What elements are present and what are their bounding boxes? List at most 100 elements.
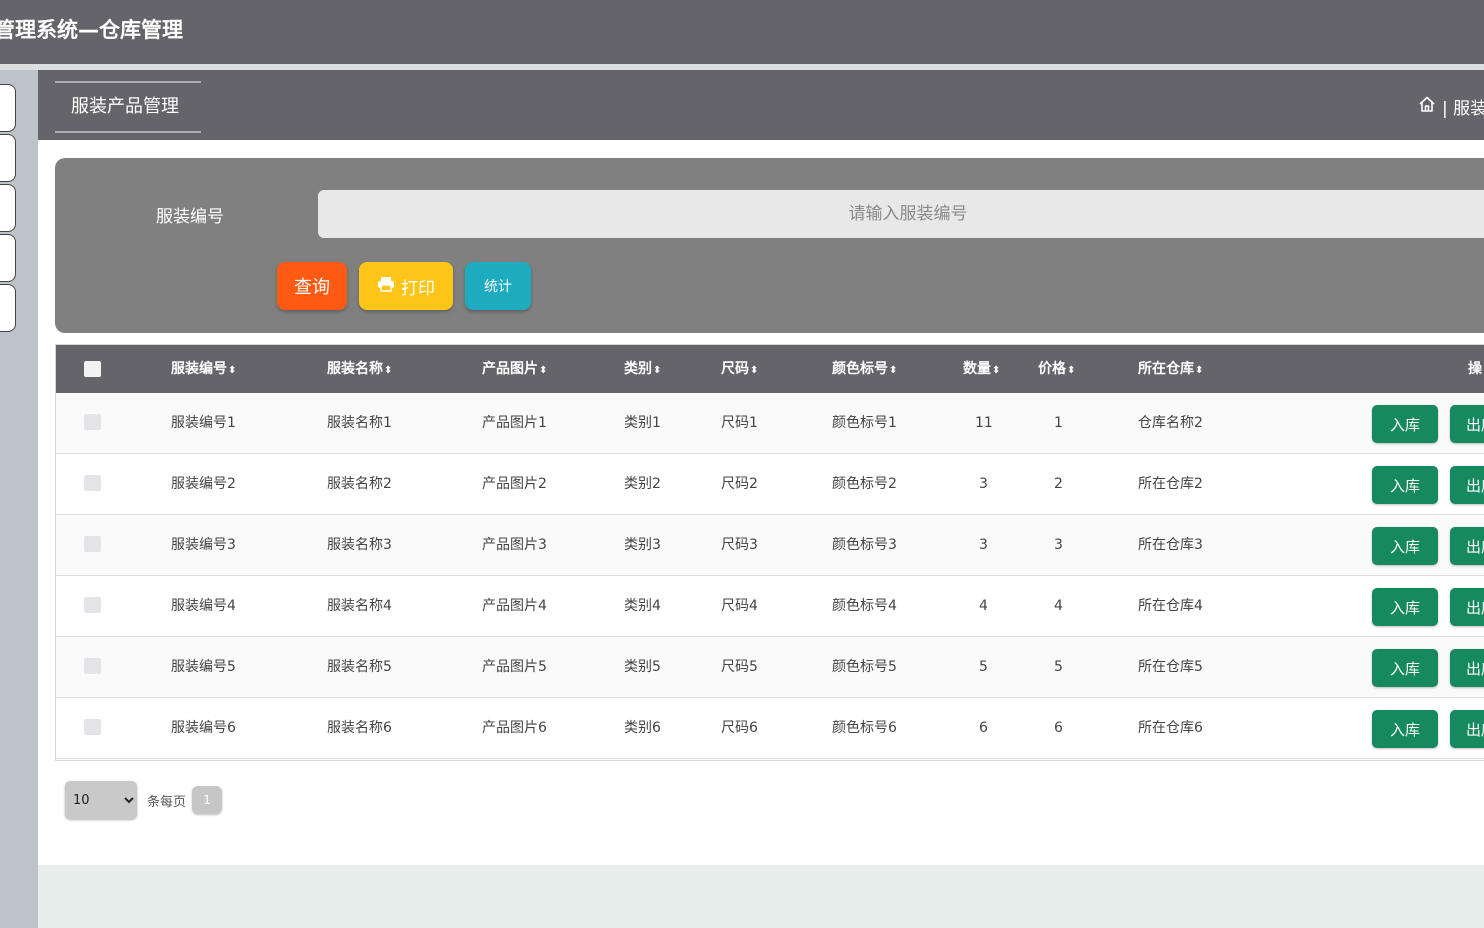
stock-in-button[interactable]: 入库 — [1372, 527, 1438, 565]
header-price[interactable]: 价格⬍ — [1038, 345, 1075, 393]
stock-in-button[interactable]: 入库 — [1372, 710, 1438, 748]
cell-price: 2 — [1054, 476, 1063, 492]
top-bar: 管理系统—仓库管理 — [0, 0, 1484, 64]
stock-out-button[interactable]: 出库 — [1450, 405, 1484, 443]
cell-clothing-name: 服装名称5 — [327, 659, 392, 675]
app-title: 管理系统—仓库管理 — [0, 18, 183, 42]
search-panel: 服装编号 查询 打印 统计 — [55, 158, 1484, 333]
select-all-checkbox[interactable] — [84, 361, 101, 377]
cell-quantity: 11 — [975, 415, 993, 431]
stock-out-button[interactable]: 出库 — [1450, 466, 1484, 504]
row-checkbox[interactable] — [84, 719, 101, 735]
sidebar-tab[interactable] — [0, 234, 16, 282]
cell-quantity: 3 — [979, 476, 988, 492]
print-button[interactable]: 打印 — [359, 262, 453, 310]
cell-color-code: 颜色标号1 — [832, 415, 897, 431]
page-size-select[interactable]: 10 — [65, 781, 137, 819]
header-actions: 操 — [1468, 361, 1482, 377]
sort-icon: ⬍ — [889, 365, 898, 376]
cell-quantity: 4 — [979, 598, 988, 614]
breadcrumb-bar: 服装产品管理 | 服装 — [38, 70, 1484, 140]
cell-quantity: 5 — [979, 659, 988, 675]
sidebar-tab[interactable] — [0, 84, 16, 132]
search-input[interactable] — [318, 190, 1484, 238]
statistics-button[interactable]: 统计 — [465, 262, 531, 310]
cell-category: 类别5 — [624, 659, 661, 675]
sidebar-tab[interactable] — [0, 284, 16, 332]
cell-quantity: 3 — [979, 537, 988, 553]
header-product-image[interactable]: 产品图片⬍ — [482, 345, 547, 393]
data-table: 服装编号⬍ 服装名称⬍ 产品图片⬍ 类别⬍ 尺码⬍ 颜色标号⬍ 数量⬍ 价格⬍ … — [55, 344, 1484, 761]
stock-in-button[interactable]: 入库 — [1372, 649, 1438, 687]
table-row: 服装编号3 服装名称3 产品图片3 类别3 尺码3 颜色标号3 3 3 所在仓库… — [56, 515, 1484, 576]
sort-icon: ⬍ — [750, 365, 759, 376]
table-row: 服装编号4 服装名称4 产品图片4 类别4 尺码4 颜色标号4 4 4 所在仓库… — [56, 576, 1484, 637]
cell-size: 尺码6 — [721, 720, 758, 736]
page-tab[interactable]: 服装产品管理 — [55, 81, 201, 133]
cell-warehouse: 所在仓库6 — [1138, 720, 1203, 736]
cell-warehouse: 所在仓库4 — [1138, 598, 1203, 614]
sort-icon: ⬍ — [992, 365, 1001, 376]
cell-clothing-name: 服装名称1 — [327, 415, 392, 431]
stock-in-button[interactable]: 入库 — [1372, 405, 1438, 443]
cell-clothing-name: 服装名称6 — [327, 720, 392, 736]
cell-color-code: 颜色标号2 — [832, 476, 897, 492]
stock-out-button[interactable]: 出库 — [1450, 588, 1484, 626]
row-checkbox[interactable] — [84, 475, 101, 491]
header-quantity[interactable]: 数量⬍ — [963, 345, 1000, 393]
statistics-button-label: 统计 — [484, 279, 512, 295]
print-button-label: 打印 — [401, 278, 435, 299]
header-color-code[interactable]: 颜色标号⬍ — [832, 345, 897, 393]
cell-product-image: 产品图片2 — [482, 476, 547, 492]
cell-price: 6 — [1054, 720, 1063, 736]
cell-category: 类别3 — [624, 537, 661, 553]
table-row: 服装编号5 服装名称5 产品图片5 类别5 尺码5 颜色标号5 5 5 所在仓库… — [56, 637, 1484, 698]
sort-icon: ⬍ — [384, 365, 393, 376]
row-checkbox[interactable] — [84, 536, 101, 552]
row-checkbox[interactable] — [84, 414, 101, 430]
search-label: 服装编号 — [156, 207, 224, 227]
cell-product-image: 产品图片3 — [482, 537, 547, 553]
cell-color-code: 颜色标号3 — [832, 537, 897, 553]
sidebar-tab[interactable] — [0, 134, 16, 182]
cell-product-image: 产品图片1 — [482, 415, 547, 431]
cell-warehouse: 所在仓库5 — [1138, 659, 1203, 675]
table-row: 服装编号1 服装名称1 产品图片1 类别1 尺码1 颜色标号1 11 1 仓库名… — [56, 393, 1484, 454]
cell-category: 类别1 — [624, 415, 661, 431]
stock-in-button[interactable]: 入库 — [1372, 466, 1438, 504]
header-warehouse[interactable]: 所在仓库⬍ — [1138, 345, 1203, 393]
cell-product-image: 产品图片6 — [482, 720, 547, 736]
header-clothing-name[interactable]: 服装名称⬍ — [327, 345, 392, 393]
sort-icon: ⬍ — [539, 365, 548, 376]
header-size[interactable]: 尺码⬍ — [721, 345, 758, 393]
row-checkbox[interactable] — [84, 658, 101, 674]
stock-out-button[interactable]: 出库 — [1450, 649, 1484, 687]
header-category[interactable]: 类别⬍ — [624, 345, 661, 393]
cell-color-code: 颜色标号5 — [832, 659, 897, 675]
cell-clothing-id: 服装编号5 — [171, 659, 236, 675]
cell-color-code: 颜色标号6 — [832, 720, 897, 736]
stock-out-button[interactable]: 出库 — [1450, 527, 1484, 565]
cell-price: 4 — [1054, 598, 1063, 614]
stock-in-button[interactable]: 入库 — [1372, 588, 1438, 626]
sidebar — [0, 70, 38, 928]
header-clothing-id[interactable]: 服装编号⬍ — [171, 345, 236, 393]
cell-warehouse: 仓库名称2 — [1138, 415, 1203, 431]
cell-category: 类别4 — [624, 598, 661, 614]
cell-clothing-id: 服装编号3 — [171, 537, 236, 553]
home-icon[interactable] — [1418, 95, 1436, 118]
cell-clothing-id: 服装编号1 — [171, 415, 236, 431]
page-number-button[interactable]: 1 — [192, 786, 223, 814]
row-checkbox[interactable] — [84, 597, 101, 613]
cell-warehouse: 所在仓库2 — [1138, 476, 1203, 492]
query-button[interactable]: 查询 — [277, 262, 347, 310]
cell-product-image: 产品图片5 — [482, 659, 547, 675]
cell-size: 尺码5 — [721, 659, 758, 675]
sort-icon: ⬍ — [1067, 365, 1076, 376]
stock-out-button[interactable]: 出库 — [1450, 710, 1484, 748]
main-content: 服装产品管理 | 服装 服装编号 查询 打印 统计 服装编号⬍ 服装名称⬍ — [38, 70, 1484, 865]
sidebar-tab[interactable] — [0, 184, 16, 232]
cell-warehouse: 所在仓库3 — [1138, 537, 1203, 553]
cell-quantity: 6 — [979, 720, 988, 736]
cell-clothing-name: 服装名称4 — [327, 598, 392, 614]
